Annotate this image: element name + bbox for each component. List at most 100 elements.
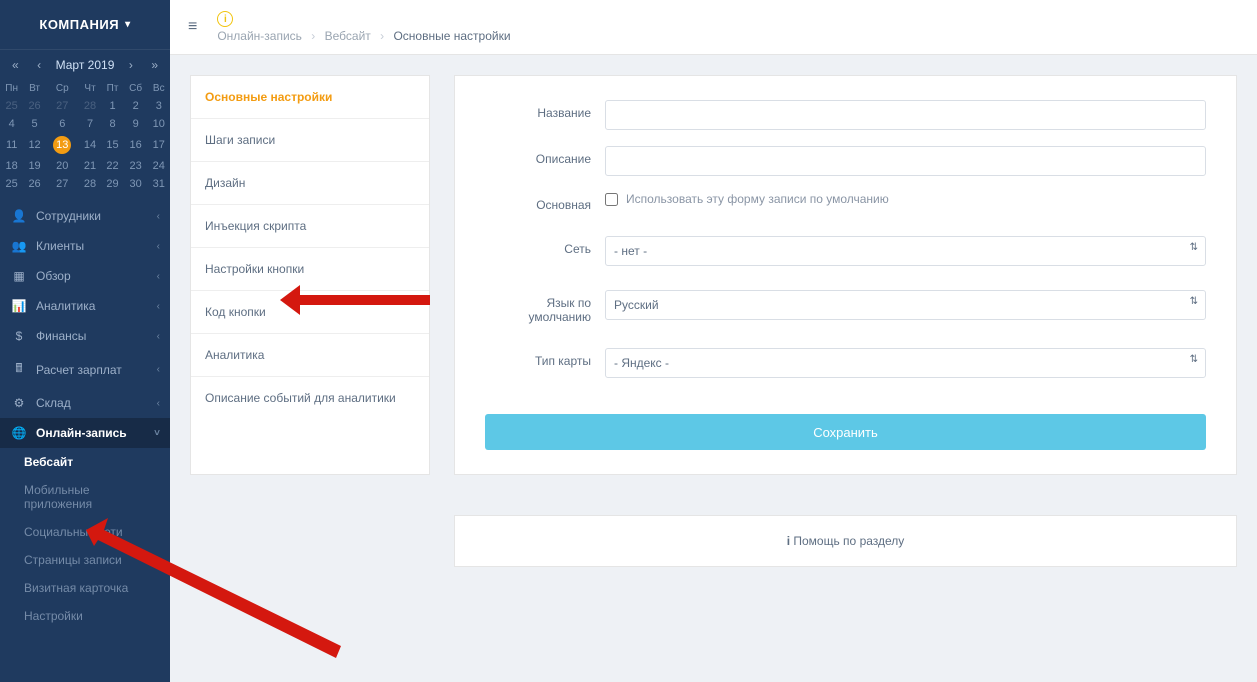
nav-item-5[interactable]: 🖩Расчет зарплат‹ bbox=[0, 351, 170, 388]
calendar-day[interactable]: 27 bbox=[46, 175, 79, 193]
calendar-day[interactable]: 20 bbox=[46, 157, 79, 175]
menu-toggle-icon[interactable]: ≡ bbox=[188, 18, 197, 36]
sub-item-1[interactable]: Мобильные приложения bbox=[0, 476, 170, 518]
nav-item-1[interactable]: 👥Клиенты‹ bbox=[0, 231, 170, 261]
chevron-icon: ‹ bbox=[157, 398, 160, 409]
main-checkbox-wrap[interactable]: Использовать эту форму записи по умолчан… bbox=[605, 192, 1206, 206]
calendar-day[interactable]: 28 bbox=[79, 175, 101, 193]
calendar-day[interactable]: 30 bbox=[124, 175, 148, 193]
breadcrumb-2[interactable]: Вебсайт bbox=[325, 29, 371, 43]
chevron-icon: ‹ bbox=[157, 271, 160, 282]
nav-item-7[interactable]: 🌐Онлайн-запись˅ bbox=[0, 418, 170, 448]
nav-label: Обзор bbox=[36, 269, 71, 283]
tab-3[interactable]: Инъекция скрипта bbox=[191, 205, 429, 248]
calendar-day[interactable]: 27 bbox=[46, 97, 79, 115]
tab-6[interactable]: Аналитика bbox=[191, 334, 429, 377]
calendar-day[interactable]: 2 bbox=[124, 97, 148, 115]
nav-item-0[interactable]: 👤Сотрудники‹ bbox=[0, 201, 170, 231]
calendar-day[interactable]: 15 bbox=[101, 133, 123, 157]
calendar-day[interactable]: 14 bbox=[79, 133, 101, 157]
calendar-day[interactable]: 5 bbox=[23, 115, 45, 133]
map-select[interactable]: - Яндекс - bbox=[605, 348, 1206, 378]
calendar-day[interactable]: 17 bbox=[148, 133, 171, 157]
tab-1[interactable]: Шаги записи bbox=[191, 119, 429, 162]
calendar-day-header: Вс bbox=[148, 80, 171, 97]
tab-0[interactable]: Основные настройки bbox=[191, 76, 429, 119]
calendar-day[interactable]: 12 bbox=[23, 133, 45, 157]
calendar-prev-month[interactable]: ‹ bbox=[33, 56, 45, 74]
nav-label: Расчет зарплат bbox=[36, 363, 122, 377]
calendar-nav: « ‹ Март 2019 › » bbox=[0, 50, 170, 80]
calendar-day[interactable]: 18 bbox=[0, 157, 23, 175]
company-label: КОМПАНИЯ bbox=[39, 17, 119, 32]
main-label: Основная bbox=[485, 192, 605, 212]
lang-select[interactable]: Русский bbox=[605, 290, 1206, 320]
calendar-day[interactable]: 26 bbox=[23, 175, 45, 193]
calendar-day[interactable]: 11 bbox=[0, 133, 23, 157]
calendar-day[interactable]: 1 bbox=[101, 97, 123, 115]
calendar-day[interactable]: 24 bbox=[148, 157, 171, 175]
calendar-prev-year[interactable]: « bbox=[8, 56, 23, 74]
help-text: Помощь по разделу bbox=[793, 534, 904, 548]
name-input[interactable] bbox=[605, 100, 1206, 130]
main-checkbox[interactable] bbox=[605, 193, 618, 206]
tab-7[interactable]: Описание событий для аналитики bbox=[191, 377, 429, 419]
nav-item-3[interactable]: 📊Аналитика‹ bbox=[0, 291, 170, 321]
calendar-day[interactable]: 9 bbox=[124, 115, 148, 133]
company-selector[interactable]: КОМПАНИЯ ▾ bbox=[0, 0, 170, 50]
calendar-day[interactable]: 22 bbox=[101, 157, 123, 175]
calendar-day[interactable]: 6 bbox=[46, 115, 79, 133]
calendar-day[interactable]: 29 bbox=[101, 175, 123, 193]
tab-4[interactable]: Настройки кнопки bbox=[191, 248, 429, 291]
chevron-icon: ‹ bbox=[157, 331, 160, 342]
calendar-day[interactable]: 28 bbox=[79, 97, 101, 115]
calendar-day[interactable]: 13 bbox=[46, 133, 79, 157]
sub-item-3[interactable]: Страницы записи bbox=[0, 546, 170, 574]
net-label: Сеть bbox=[485, 236, 605, 256]
chevron-icon: ‹ bbox=[157, 301, 160, 312]
calendar-day-header: Чт bbox=[79, 80, 101, 97]
calendar-day[interactable]: 26 bbox=[23, 97, 45, 115]
sidebar: КОМПАНИЯ ▾ « ‹ Март 2019 › » ПнВтСрЧтПтС… bbox=[0, 0, 170, 682]
breadcrumb-3: Основные настройки bbox=[393, 29, 510, 43]
tab-5[interactable]: Код кнопки bbox=[191, 291, 429, 334]
nav-item-6[interactable]: ⚙Склад‹ bbox=[0, 388, 170, 418]
desc-input[interactable] bbox=[605, 146, 1206, 176]
calendar-day-header: Пн bbox=[0, 80, 23, 97]
calendar-day[interactable]: 31 bbox=[148, 175, 171, 193]
nav-item-2[interactable]: ▦Обзор‹ bbox=[0, 261, 170, 291]
calendar-day[interactable]: 7 bbox=[79, 115, 101, 133]
calendar-day[interactable]: 25 bbox=[0, 97, 23, 115]
net-select[interactable]: - нет - bbox=[605, 236, 1206, 266]
calendar-day[interactable]: 23 bbox=[124, 157, 148, 175]
nav-icon: $ bbox=[12, 329, 26, 343]
calendar-day[interactable]: 8 bbox=[101, 115, 123, 133]
chevron-icon: ‹ bbox=[157, 364, 160, 375]
calendar-day[interactable]: 4 bbox=[0, 115, 23, 133]
help-card[interactable]: i Помощь по разделу bbox=[454, 515, 1237, 567]
calendar-day[interactable]: 25 bbox=[0, 175, 23, 193]
sub-item-4[interactable]: Визитная карточка bbox=[0, 574, 170, 602]
sub-item-2[interactable]: Социальные сети bbox=[0, 518, 170, 546]
calendar-day[interactable]: 3 bbox=[148, 97, 171, 115]
nav-item-4[interactable]: $Финансы‹ bbox=[0, 321, 170, 351]
calendar-day[interactable]: 16 bbox=[124, 133, 148, 157]
chevron-down-icon: ▾ bbox=[125, 19, 131, 30]
calendar-day[interactable]: 19 bbox=[23, 157, 45, 175]
sub-item-0[interactable]: Вебсайт bbox=[0, 448, 170, 476]
name-label: Название bbox=[485, 100, 605, 120]
calendar-next-month[interactable]: › bbox=[125, 56, 137, 74]
tab-2[interactable]: Дизайн bbox=[191, 162, 429, 205]
save-button[interactable]: Сохранить bbox=[485, 414, 1206, 450]
info-icon[interactable]: i bbox=[217, 11, 233, 27]
chevron-icon: ˅ bbox=[154, 428, 160, 439]
breadcrumb-1[interactable]: Онлайн-запись bbox=[217, 29, 302, 43]
chevron-icon: ‹ bbox=[157, 241, 160, 252]
calendar-month: Март 2019 bbox=[56, 58, 115, 72]
sub-item-5[interactable]: Настройки bbox=[0, 602, 170, 630]
main-checkbox-label: Использовать эту форму записи по умолчан… bbox=[626, 192, 889, 206]
calendar-next-year[interactable]: » bbox=[147, 56, 162, 74]
chevron-icon: ‹ bbox=[157, 211, 160, 222]
calendar-day[interactable]: 21 bbox=[79, 157, 101, 175]
calendar-day[interactable]: 10 bbox=[148, 115, 171, 133]
